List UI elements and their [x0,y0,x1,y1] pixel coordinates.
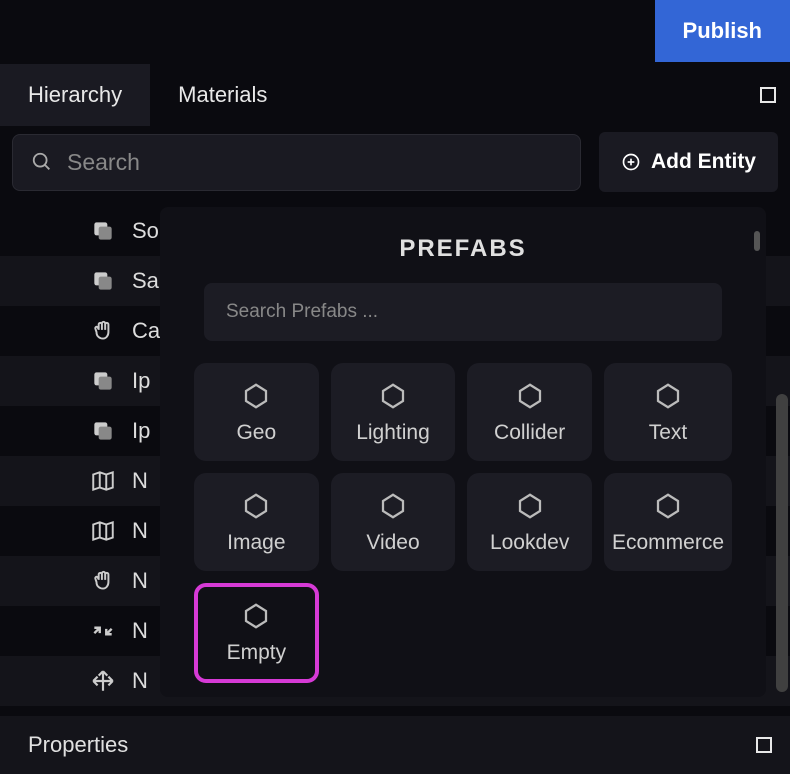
hierarchy-item-label: Ip [132,368,150,394]
hexagon-icon [378,381,408,411]
hexagon-icon [653,491,683,521]
prefab-geo[interactable]: Geo [194,363,319,461]
prefab-label: Geo [236,421,276,445]
hexagon-icon [378,491,408,521]
hierarchy-item-label: N [132,618,148,644]
prefab-image[interactable]: Image [194,473,319,571]
prefab-empty[interactable]: Empty [194,583,319,683]
hierarchy-item-label: N [132,668,148,694]
shrink-icon [90,618,116,644]
hierarchy-item-label: N [132,468,148,494]
expand-icon[interactable] [760,87,776,103]
hierarchy-item-label: Ca [132,318,160,344]
hand-icon [90,568,116,594]
prefab-label: Video [366,531,419,555]
stack-icon [90,218,116,244]
prefabs-search-box[interactable] [204,283,722,341]
stack-icon [90,368,116,394]
hexagon-icon [241,381,271,411]
prefab-label: Collider [494,421,565,445]
plus-circle-icon [621,152,641,172]
prefab-label: Empty [227,641,287,665]
properties-title: Properties [28,732,128,758]
prefab-label: Lookdev [490,531,569,555]
prefab-lighting[interactable]: Lighting [331,363,456,461]
stack-icon [90,418,116,444]
hand-icon [90,318,116,344]
hexagon-icon [241,601,271,631]
hexagon-icon [515,491,545,521]
stack-icon [90,268,116,294]
hierarchy-item-label: N [132,568,148,594]
search-input[interactable] [67,149,562,176]
prefab-grid: Geo Lighting Collider Text Image Video Lookdev… [194,363,732,683]
hierarchy-item-label: Ip [132,418,150,444]
hierarchy-item-label: N [132,518,148,544]
modal-scrollbar[interactable] [754,231,760,251]
prefab-collider[interactable]: Collider [467,363,592,461]
scrollbar[interactable] [776,394,788,692]
search-box[interactable] [12,134,581,191]
tab-hierarchy[interactable]: Hierarchy [0,64,150,126]
hexagon-icon [241,491,271,521]
publish-button[interactable]: Publish [655,0,790,62]
axes-icon [90,668,116,694]
prefab-text[interactable]: Text [604,363,732,461]
tabs: Hierarchy Materials [0,64,790,126]
prefab-label: Image [227,531,285,555]
map-icon [90,468,116,494]
map-icon [90,518,116,544]
prefab-video[interactable]: Video [331,473,456,571]
expand-icon[interactable] [756,737,772,753]
prefab-label: Ecommerce [612,531,724,555]
prefab-label: Lighting [356,421,430,445]
prefab-label: Text [649,421,688,445]
prefabs-title: PREFABS [194,235,732,263]
properties-panel: Properties [0,716,790,774]
hierarchy-item-label: Sa [132,268,159,294]
hexagon-icon [653,381,683,411]
hexagon-icon [515,381,545,411]
prefabs-search-input[interactable] [226,301,700,323]
search-icon [31,151,53,173]
prefab-lookdev[interactable]: Lookdev [467,473,592,571]
add-entity-label: Add Entity [651,150,756,174]
prefabs-modal: PREFABS Geo Lighting Collider Text Image Vide… [160,207,766,697]
add-entity-button[interactable]: Add Entity [599,132,778,192]
tab-materials[interactable]: Materials [150,64,295,126]
prefab-ecommerce[interactable]: Ecommerce [604,473,732,571]
